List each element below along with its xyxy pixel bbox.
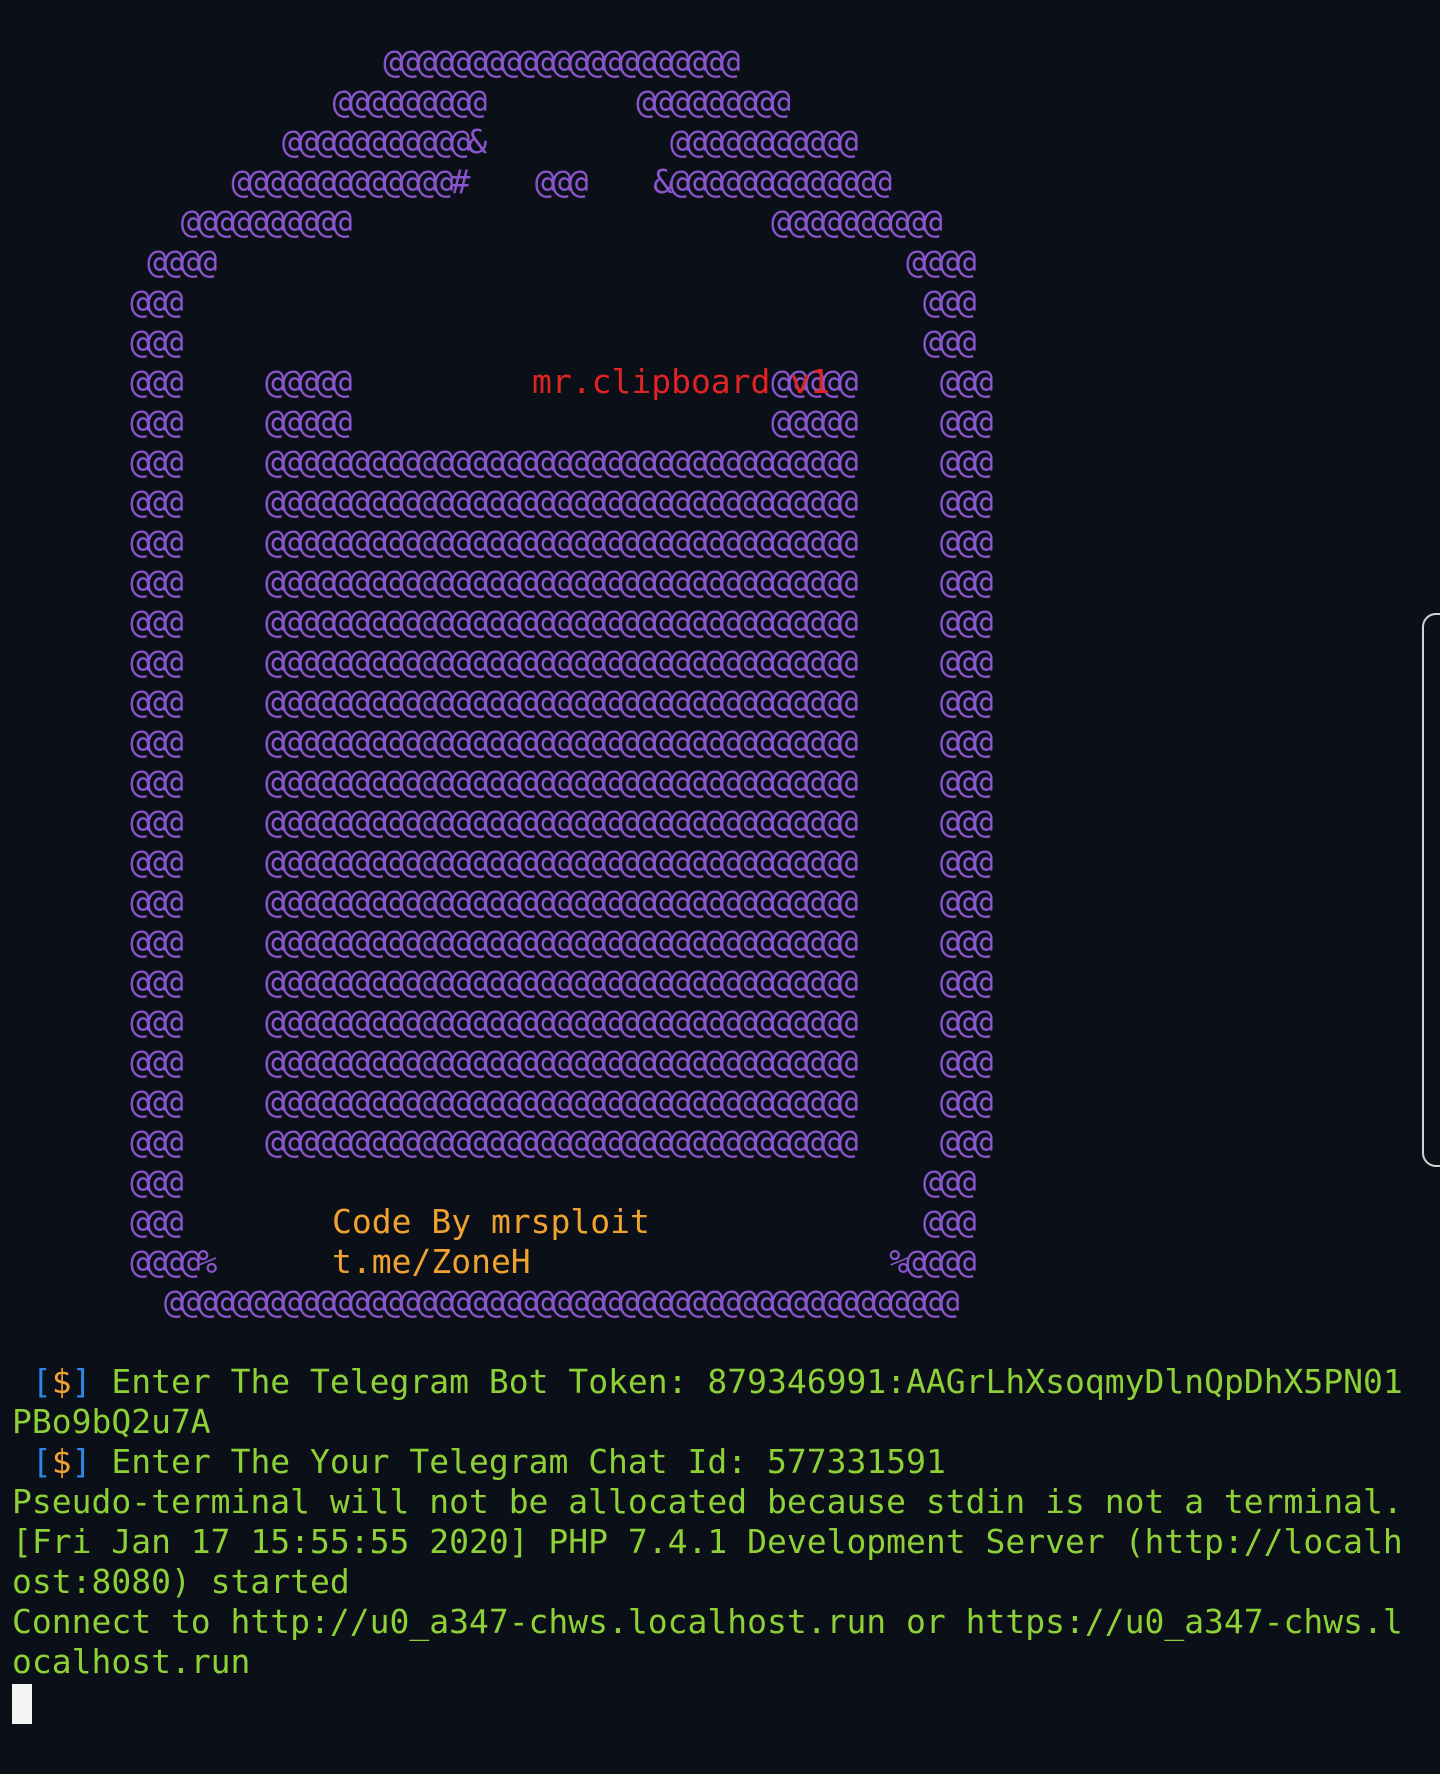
prompt-text: Enter The Telegram Bot Token: 879346991:…	[91, 1362, 1403, 1401]
banner-art-line: @@@ @@@@@@@@@@@@@@@@@@@@@@@@@@@@@@@@@@@ …	[12, 482, 993, 521]
banner-art-line: @@@ @@@@@@@@@@@@@@@@@@@@@@@@@@@@@@@@@@@ …	[12, 1122, 993, 1161]
banner-art-line: @@@ @@@@@@@@@@@@@@@@@@@@@@@@@@@@@@@@@@@ …	[12, 882, 993, 921]
prompt-text: Enter The Your Telegram Chat Id: 5773315…	[91, 1442, 946, 1481]
banner-credit-author: Code By mrsploit	[332, 1202, 650, 1241]
banner-art-line: @@@@@@@@@@@@@@@@@@@@@	[12, 42, 740, 81]
prompt-dollar: $	[51, 1362, 72, 1401]
banner-art-line: @@@ @@@@@@@@@@@@@@@@@@@@@@@@@@@@@@@@@@@ …	[12, 842, 993, 881]
banner-art-line: @@@@@@@@@@@@@# @@@ &@@@@@@@@@@@@@	[12, 162, 892, 201]
banner-art-line: @@@ @@@@@@@@@@@@@@@@@@@@@@@@@@@@@@@@@@@ …	[12, 682, 993, 721]
banner-art-line: @@@ @@@@@@@@@@@@@@@@@@@@@@@@@@@@@@@@@@@ …	[12, 1042, 993, 1081]
banner-art-line: @@@ @@@@@@@@@@@@@@@@@@@@@@@@@@@@@@@@@@@ …	[12, 922, 993, 961]
output-line: ocalhost.run	[12, 1642, 251, 1681]
banner-art-line: @@@ @@@@@@@@@@@@@@@@@@@@@@@@@@@@@@@@@@@ …	[12, 962, 993, 1001]
prompt-chat-id: [$] Enter The Your Telegram Chat Id: 577…	[12, 1442, 1432, 1482]
output-line: Pseudo-terminal will not be allocated be…	[12, 1482, 1403, 1521]
banner-art-line: @@@ @@@@@@@@@@@@@@@@@@@@@@@@@@@@@@@@@@@ …	[12, 802, 993, 841]
prompt-bracket-open: [	[31, 1362, 52, 1401]
prompt-bot-token-wrap: PBo9bQ2u7A	[12, 1402, 211, 1441]
banner-art-line: @@@@@@@@@@@@@@@@@@@@@@@@@@@@@@@@@@@@@@@@…	[12, 1282, 960, 1321]
terminal-window[interactable]: @@@@@@@@@@@@@@@@@@@@@ @@@@@@@@@ @@@@@@@@…	[12, 0, 1432, 1774]
banner-art-line: @@@ @@@@@ @@@@@ @@@	[12, 362, 993, 401]
banner-art-line: @@@ @@@@@@@@@@@@@@@@@@@@@@@@@@@@@@@@@@@ …	[12, 602, 993, 641]
output-line: Connect to http://u0_a347-chws.localhost…	[12, 1602, 1403, 1641]
prompt-bracket-close: ]	[71, 1442, 92, 1481]
banner-art-line: @@@ @@@@@@@@@@@@@@@@@@@@@@@@@@@@@@@@@@@ …	[12, 562, 993, 601]
banner-art-line: @@@@@@@@@@ @@@@@@@@@@	[12, 202, 943, 241]
banner-art-line: @@@ @@@	[12, 282, 976, 321]
banner-art-line: @@@ @@@@@@@@@@@@@@@@@@@@@@@@@@@@@@@@@@@ …	[12, 522, 993, 561]
banner-art-line: @@@@ @@@@	[12, 242, 977, 281]
banner-art-line: @@@ @@@@@ @@@@@ @@@	[12, 402, 993, 441]
banner-credit-link: t.me/ZoneH	[332, 1242, 531, 1281]
banner-art-line: @@@ @@@	[12, 322, 976, 361]
banner-art-line: @@@@@@@@@ @@@@@@@@@	[12, 82, 790, 121]
banner-art-line: @@@ @@@	[12, 1162, 976, 1201]
text-cursor	[12, 1684, 32, 1724]
banner-art-line: @@@ @@@@@@@@@@@@@@@@@@@@@@@@@@@@@@@@@@@ …	[12, 442, 993, 481]
banner-title: mr.clipboard v1	[532, 362, 831, 401]
banner-art-line: @@@ @@@@@@@@@@@@@@@@@@@@@@@@@@@@@@@@@@@ …	[12, 1082, 993, 1121]
scrollbar-handle[interactable]	[1422, 613, 1440, 1167]
banner-art-line: @@@ @@@@@@@@@@@@@@@@@@@@@@@@@@@@@@@@@@@ …	[12, 762, 993, 801]
banner-art-line: @@@ @@@@@@@@@@@@@@@@@@@@@@@@@@@@@@@@@@@ …	[12, 722, 993, 761]
prompt-dollar: $	[51, 1442, 72, 1481]
prompt-bracket-close: ]	[71, 1362, 92, 1401]
banner-art-line: @@@@@@@@@@@& @@@@@@@@@@@	[12, 122, 859, 161]
output-line: [Fri Jan 17 15:55:55 2020] PHP 7.4.1 Dev…	[12, 1522, 1403, 1561]
prompt-bracket-open: [	[31, 1442, 52, 1481]
prompt-bot-token: [$] Enter The Telegram Bot Token: 879346…	[12, 1362, 1432, 1402]
output-line: ost:8080) started	[12, 1562, 350, 1601]
banner-art-line: @@@ @@@@@@@@@@@@@@@@@@@@@@@@@@@@@@@@@@@ …	[12, 642, 993, 681]
banner-art-line: @@@ @@@@@@@@@@@@@@@@@@@@@@@@@@@@@@@@@@@ …	[12, 1002, 993, 1041]
